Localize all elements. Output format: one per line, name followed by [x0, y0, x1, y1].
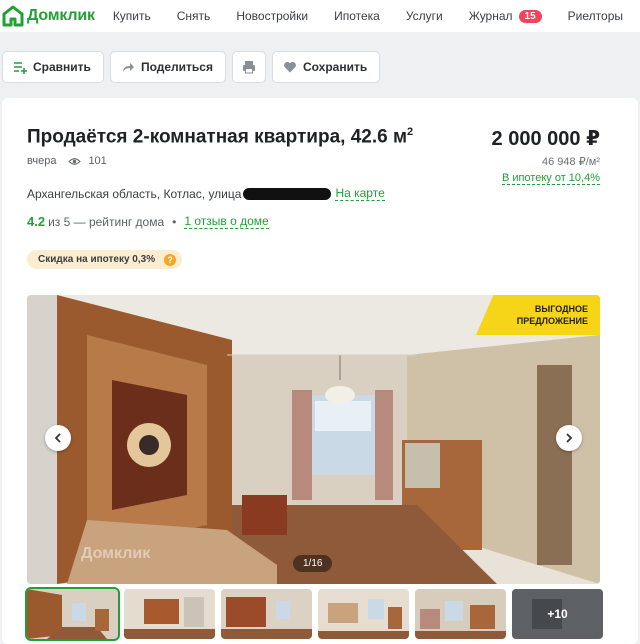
- compare-label: Сравнить: [33, 60, 91, 74]
- photo-gallery[interactable]: ВЫГОДНОЕ ПРЕДЛОЖЕНИЕ Домклик 1/16: [27, 295, 600, 584]
- gallery-prev-button[interactable]: [45, 425, 71, 451]
- thumbnail-more[interactable]: +10: [512, 589, 603, 639]
- chevron-left-icon: [54, 433, 61, 443]
- listing-title-superscript: 2: [407, 126, 414, 138]
- thumbnail-image: [221, 589, 312, 639]
- share-button[interactable]: Поделиться: [109, 51, 226, 83]
- top-navigation: Домклик Купить Снять Новостройки Ипотека…: [0, 0, 640, 32]
- map-link[interactable]: На карте: [335, 186, 385, 201]
- promo-ribbon: ВЫГОДНОЕ ПРЕДЛОЖЕНИЕ: [476, 295, 600, 335]
- mortgage-link[interactable]: В ипотеку от 10,4%: [501, 172, 600, 185]
- address-text: Архангельская область, Котлас, улица: [27, 186, 242, 201]
- help-icon[interactable]: ?: [164, 253, 177, 266]
- heart-icon: [283, 60, 297, 74]
- separator-dot: •: [172, 214, 177, 229]
- compare-icon: [13, 60, 27, 74]
- thumbnail-image: [318, 589, 409, 639]
- listing-meta: вчера 101: [27, 155, 107, 167]
- thumbnail-image: [27, 589, 118, 639]
- price-per-square-meter: 46 948 ₽/м²: [542, 156, 600, 168]
- brand-name: Домклик: [27, 7, 95, 24]
- gallery-next-button[interactable]: [556, 425, 582, 451]
- save-label: Сохранить: [302, 60, 368, 74]
- mortgage-discount-badge[interactable]: Скидка на ипотеку 0,3% ?: [27, 250, 183, 269]
- house-rating: 4.2 из 5 — рейтинг дома • 1 отзыв о доме: [27, 214, 269, 229]
- compare-button[interactable]: Сравнить: [2, 51, 104, 83]
- brand-logo[interactable]: Домклик: [2, 5, 95, 27]
- journal-count-badge: 15: [518, 9, 542, 23]
- chevron-right-icon: [566, 433, 573, 443]
- nav-item-realtors[interactable]: Риелторы: [568, 9, 623, 23]
- thumbnail[interactable]: [25, 587, 120, 641]
- listing-actions: Сравнить Поделиться Сохранить: [2, 51, 386, 83]
- printer-icon: [242, 60, 256, 74]
- nav-item-journal[interactable]: Журнал 15: [469, 9, 542, 23]
- photo-counter: 1/16: [293, 555, 333, 572]
- listing-card: Продаётся 2-комнатная квартира, 42.6 м 2 …: [2, 98, 638, 644]
- share-label: Поделиться: [140, 60, 213, 74]
- published-date: вчера: [27, 155, 57, 167]
- nav-item-buy[interactable]: Купить: [113, 9, 151, 23]
- nav-item-journal-label: Журнал: [468, 9, 513, 23]
- listing-address: Архангельская область, Котлас, улица На …: [27, 186, 385, 201]
- domclick-logo-icon: [2, 5, 24, 27]
- room-photo: [27, 295, 600, 584]
- watermark: Домклик: [81, 545, 151, 562]
- thumbnail[interactable]: [318, 589, 409, 639]
- listing-title: Продаётся 2-комнатная квартира, 42.6 м2: [27, 126, 413, 148]
- print-button[interactable]: [231, 51, 266, 83]
- price: 2 000 000 ₽: [491, 128, 600, 150]
- promo-line-2: ПРЕДЛОЖЕНИЕ: [516, 316, 588, 326]
- thumbnail[interactable]: [415, 589, 506, 639]
- reviews-link[interactable]: 1 отзыв о доме: [184, 214, 269, 229]
- thumbnail[interactable]: [221, 589, 312, 639]
- redacted-street: [243, 187, 332, 200]
- nav-item-rent[interactable]: Снять: [177, 9, 211, 23]
- promo-line-1: ВЫГОДНОЕ: [534, 304, 588, 314]
- share-icon: [121, 60, 135, 74]
- discount-text: Скидка на ипотеку 0,3%: [38, 254, 156, 265]
- views-count: 101: [88, 155, 107, 167]
- eye-icon: [68, 157, 82, 166]
- thumbnail[interactable]: [124, 589, 215, 639]
- rating-text: из 5 — рейтинг дома: [48, 214, 165, 229]
- more-photos-label: +10: [512, 589, 603, 639]
- nav-item-new-buildings[interactable]: Новостройки: [236, 9, 308, 23]
- rating-value: 4.2: [27, 214, 46, 229]
- listing-title-text: Продаётся 2-комнатная квартира, 42.6 м: [27, 126, 408, 148]
- main-menu: Купить Снять Новостройки Ипотека Услуги …: [113, 9, 623, 23]
- nav-item-mortgage[interactable]: Ипотека: [334, 9, 380, 23]
- thumbnail-image: [415, 589, 506, 639]
- save-button[interactable]: Сохранить: [271, 51, 381, 83]
- thumbnail-image: [124, 589, 215, 639]
- nav-item-services[interactable]: Услуги: [406, 9, 443, 23]
- thumbnail-strip: +10: [25, 587, 609, 641]
